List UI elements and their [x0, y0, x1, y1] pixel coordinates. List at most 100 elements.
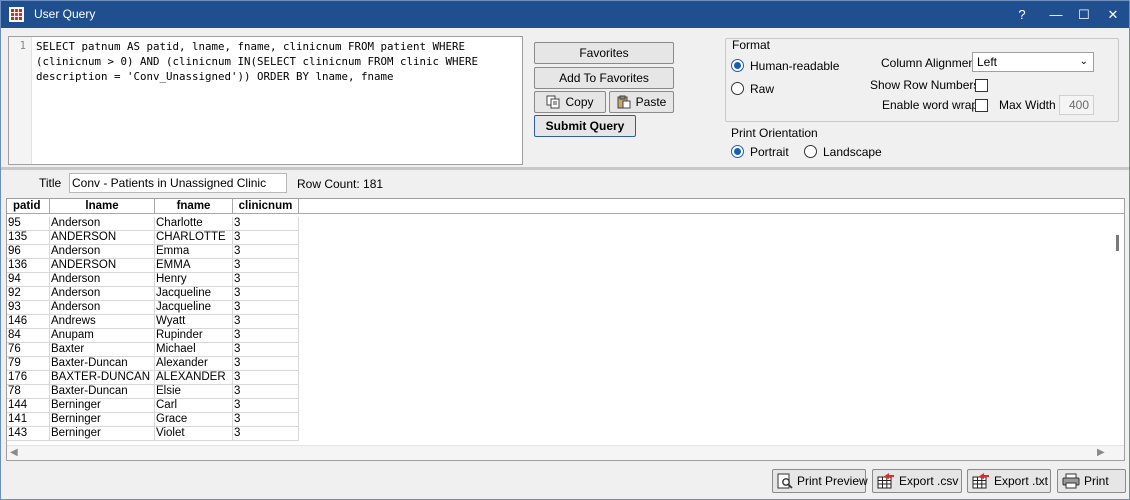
fname-cell: Henry: [155, 273, 233, 287]
table-row[interactable]: 96 Anderson Emma 3: [7, 245, 299, 259]
column-header-clinicnum[interactable]: clinicnum: [233, 199, 299, 214]
column-header-fname[interactable]: fname: [155, 199, 233, 214]
table-row[interactable]: 79 Baxter-Duncan Alexander 3: [7, 357, 299, 371]
print-preview-button[interactable]: Print Preview: [772, 469, 868, 493]
table-row[interactable]: 176 BAXTER-DUNCAN ALEXANDER 3: [7, 371, 299, 385]
clinicnum-cell: 3: [233, 259, 299, 273]
table-row[interactable]: 93 Anderson Jacqueline 3: [7, 301, 299, 315]
column-header-lname[interactable]: lname: [50, 199, 155, 214]
column-alignment-select[interactable]: Left ⌄: [972, 52, 1094, 72]
human-readable-label: Human-readable: [750, 59, 840, 73]
table-row[interactable]: 94 Anderson Henry 3: [7, 273, 299, 287]
patid-cell: 143: [7, 427, 50, 441]
patid-cell: 84: [7, 329, 50, 343]
fname-cell: Rupinder: [155, 329, 233, 343]
column-header-patid[interactable]: patid: [7, 199, 50, 214]
fname-cell: CHARLOTTE: [155, 231, 233, 245]
fname-cell: ALEXANDER: [155, 371, 233, 385]
maximize-button[interactable]: ☐: [1069, 1, 1099, 28]
clinicnum-cell: 3: [233, 371, 299, 385]
query-text[interactable]: SELECT patnum AS patid, lname, fname, cl…: [36, 39, 521, 84]
table-row[interactable]: 144 Berninger Carl 3: [7, 399, 299, 413]
export-txt-label: Export .txt: [994, 474, 1049, 488]
lname-cell: Baxter-Duncan: [50, 385, 155, 399]
clinicnum-cell: 3: [233, 273, 299, 287]
max-width-label: Max Width: [999, 98, 1056, 112]
query-editor[interactable]: 1 SELECT patnum AS patid, lname, fname, …: [8, 36, 523, 165]
patid-cell: 136: [7, 259, 50, 273]
export-txt-button[interactable]: Export .txt: [967, 469, 1051, 493]
title-input[interactable]: Conv - Patients in Unassigned Clinic: [69, 173, 287, 193]
patid-cell: 79: [7, 357, 50, 371]
paste-icon: [617, 95, 631, 109]
portrait-label: Portrait: [750, 145, 789, 159]
patid-cell: 135: [7, 231, 50, 245]
patid-cell: 146: [7, 315, 50, 329]
fname-cell: Alexander: [155, 357, 233, 371]
table-row[interactable]: 146 Andrews Wyatt 3: [7, 315, 299, 329]
landscape-radio[interactable]: [804, 145, 817, 158]
splitter[interactable]: [1, 167, 1129, 170]
scroll-left-icon[interactable]: ◀: [10, 447, 18, 458]
max-width-input[interactable]: 400: [1059, 95, 1094, 115]
show-row-numbers-checkbox[interactable]: [975, 79, 988, 92]
copy-button[interactable]: Copy: [534, 91, 606, 113]
table-row[interactable]: 143 Berninger Violet 3: [7, 427, 299, 441]
clinicnum-cell: 3: [233, 343, 299, 357]
raw-radio[interactable]: [731, 82, 744, 95]
vertical-scroll-thumb[interactable]: [1116, 235, 1119, 251]
horizontal-scrollbar[interactable]: ◀ ▶: [7, 445, 1124, 460]
vertical-scrollbar[interactable]: [1113, 215, 1124, 441]
lname-cell: Berninger: [50, 427, 155, 441]
print-button[interactable]: Print: [1057, 469, 1126, 493]
favorites-button[interactable]: Favorites: [534, 42, 674, 64]
scroll-right-icon[interactable]: ▶: [1097, 447, 1105, 458]
row-count: Row Count: 181: [297, 177, 384, 191]
table-row[interactable]: 95 Anderson Charlotte 3: [7, 217, 299, 231]
submit-query-button[interactable]: Submit Query: [534, 115, 636, 137]
copy-label: Copy: [565, 95, 594, 109]
table-row[interactable]: 136 ANDERSON EMMA 3: [7, 259, 299, 273]
table-row[interactable]: 76 Baxter Michael 3: [7, 343, 299, 357]
clinicnum-cell: 3: [233, 315, 299, 329]
table-row[interactable]: 84 Anupam Rupinder 3: [7, 329, 299, 343]
clinicnum-cell: 3: [233, 287, 299, 301]
patid-cell: 76: [7, 343, 50, 357]
fname-cell: Grace: [155, 413, 233, 427]
minimize-button[interactable]: —: [1041, 1, 1071, 28]
human-readable-radio[interactable]: [731, 59, 744, 72]
lname-cell: ANDERSON: [50, 259, 155, 273]
export-csv-button[interactable]: Export .csv: [872, 469, 962, 493]
help-button[interactable]: ?: [1007, 1, 1037, 28]
chevron-down-icon: ⌄: [1079, 56, 1088, 67]
fname-cell: Wyatt: [155, 315, 233, 329]
patid-cell: 95: [7, 217, 50, 231]
clinicnum-cell: 3: [233, 329, 299, 343]
clinicnum-cell: 3: [233, 245, 299, 259]
enable-word-wrap-checkbox[interactable]: [975, 99, 988, 112]
lname-cell: Anderson: [50, 273, 155, 287]
portrait-radio[interactable]: [731, 145, 744, 158]
table-row[interactable]: 135 ANDERSON CHARLOTTE 3: [7, 231, 299, 245]
paste-button[interactable]: Paste: [609, 91, 674, 113]
clinicnum-cell: 3: [233, 357, 299, 371]
export-txt-icon: [972, 473, 989, 489]
clinicnum-cell: 3: [233, 427, 299, 441]
table-row[interactable]: 78 Baxter-Duncan Elsie 3: [7, 385, 299, 399]
table-row[interactable]: 92 Anderson Jacqueline 3: [7, 287, 299, 301]
lname-cell: Anderson: [50, 287, 155, 301]
fname-cell: Charlotte: [155, 217, 233, 231]
export-csv-icon: [877, 473, 894, 489]
fname-cell: Carl: [155, 399, 233, 413]
column-alignment-label: Column Alignment: [881, 56, 979, 70]
add-to-favorites-button[interactable]: Add To Favorites: [534, 67, 674, 89]
results-grid[interactable]: patid lname fname clinicnum 95 Anderson Ch…: [6, 198, 1125, 461]
lname-cell: Anderson: [50, 245, 155, 259]
fname-cell: Emma: [155, 245, 233, 259]
close-button[interactable]: ✕: [1098, 1, 1128, 28]
table-row[interactable]: 141 Berninger Grace 3: [7, 413, 299, 427]
line-number: 1: [9, 37, 32, 164]
patid-cell: 176: [7, 371, 50, 385]
format-label: Format: [732, 38, 771, 52]
lname-cell: Andrews: [50, 315, 155, 329]
